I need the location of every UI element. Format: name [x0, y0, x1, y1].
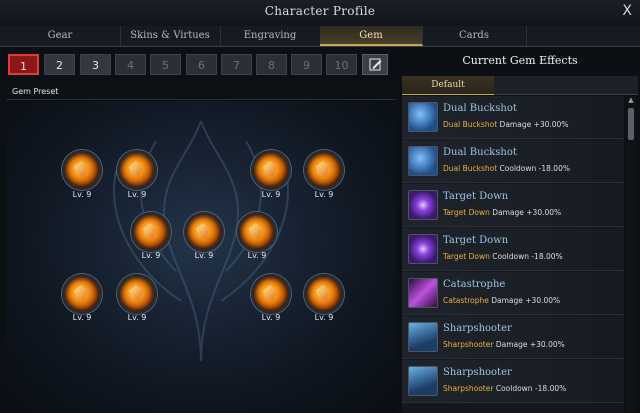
effect-row: Sharpshooter Sharpshooter Damage +30.00% [402, 316, 624, 359]
tab-skins-virtues[interactable]: Skins & Virtues [120, 26, 221, 46]
effects-scrollbar[interactable]: ▲ [626, 96, 636, 413]
effect-desc: Sharpshooter Cooldown -18.00% [443, 384, 566, 393]
gem-effects-title: Current Gem Effects [462, 54, 578, 67]
gem-effects-list: Dual Buckshot Dual Buckshot Damage +30.0… [402, 96, 624, 413]
effect-desc: Dual Buckshot Damage +30.00% [443, 120, 568, 129]
preset-7-button[interactable]: 7 [221, 54, 252, 75]
tab-cards[interactable]: Cards [422, 26, 527, 46]
gem-level-1: Lv. 9 [72, 190, 92, 199]
effect-row: Catastrophe Catastrophe Damage +30.00% [402, 272, 624, 315]
gem-slot-8[interactable] [62, 274, 102, 314]
preset-5-button[interactable]: 5 [150, 54, 181, 75]
tab-default[interactable]: Default [402, 76, 494, 95]
gem-slot-7[interactable] [237, 212, 277, 252]
effect-skill: Target Down [443, 252, 490, 261]
effect-skill: Dual Buckshot [443, 120, 498, 129]
tab-gear[interactable]: Gear [0, 26, 121, 46]
dual-buckshot-icon [408, 146, 438, 176]
effect-desc: Target Down Cooldown -18.00% [443, 252, 563, 261]
gem-slot-9[interactable] [117, 274, 157, 314]
gem-slot-5[interactable] [131, 212, 171, 252]
close-button[interactable]: X [622, 3, 632, 19]
effect-name: Target Down [443, 191, 509, 202]
effect-skill: Dual Buckshot [443, 164, 498, 173]
gem-level-3: Lv. 9 [261, 190, 281, 199]
gem-level-2: Lv. 9 [127, 190, 147, 199]
effect-row: Dual Buckshot Dual Buckshot Damage +30.0… [402, 96, 624, 139]
tab-gem[interactable]: Gem [320, 26, 423, 46]
effect-value: Cooldown -18.00% [493, 384, 567, 393]
effect-row: Sharpshooter Sharpshooter Cooldown -18.0… [402, 360, 624, 403]
effect-desc: Target Down Damage +30.00% [443, 208, 561, 217]
effect-name: Sharpshooter [443, 367, 512, 378]
target-down-icon [408, 234, 438, 264]
gem-level-4: Lv. 9 [314, 190, 334, 199]
gem-slot-6[interactable] [184, 212, 224, 252]
pencil-icon [369, 58, 382, 71]
effect-name: Sharpshooter [443, 323, 512, 334]
preset-6-button[interactable]: 6 [186, 54, 217, 75]
title-bar: Character Profile X [0, 0, 640, 27]
effect-skill: Catastrophe [443, 296, 489, 305]
effect-value: Cooldown -18.00% [497, 164, 570, 173]
preset-8-button[interactable]: 8 [256, 54, 287, 75]
effect-desc: Catastrophe Damage +30.00% [443, 296, 560, 305]
preset-9-button[interactable]: 9 [291, 54, 322, 75]
effect-name: Catastrophe [443, 279, 506, 290]
preset-10-button[interactable]: 10 [326, 54, 357, 75]
gem-level-5: Lv. 9 [141, 251, 161, 260]
preset-3-button[interactable]: 3 [80, 54, 111, 75]
tab-bar: Gear Skins & Virtues Engraving Gem Cards [0, 26, 640, 47]
catastrophe-icon [408, 278, 438, 308]
effect-name: Dual Buckshot [443, 103, 517, 114]
effect-row: Dual Buckshot Dual Buckshot Cooldown -18… [402, 140, 624, 183]
effect-skill: Target Down [443, 208, 490, 217]
scroll-up-icon[interactable]: ▲ [626, 96, 636, 104]
target-down-icon [408, 190, 438, 220]
effect-skill: Sharpshooter [443, 384, 494, 393]
gem-slot-1[interactable] [62, 150, 102, 190]
effect-value: Damage +30.00% [489, 208, 562, 217]
effect-row: Target Down Target Down Damage +30.00% [402, 184, 624, 227]
gem-board: Lv. 9 Lv. 9 Lv. 9 Lv. 9 Lv. 9 Lv. 9 Lv. … [6, 101, 396, 413]
gem-level-7: Lv. 9 [247, 251, 267, 260]
effect-row: Target Down Target Down Cooldown -18.00% [402, 228, 624, 271]
gem-level-9: Lv. 9 [127, 313, 147, 322]
gem-level-8: Lv. 9 [72, 313, 92, 322]
edit-preset-button[interactable] [362, 54, 388, 75]
effect-skill: Sharpshooter [443, 340, 494, 349]
gem-slot-11[interactable] [304, 274, 344, 314]
sharpshooter-icon [408, 366, 438, 396]
dual-buckshot-icon [408, 102, 438, 132]
gem-level-11: Lv. 9 [314, 313, 334, 322]
gem-slot-10[interactable] [251, 274, 291, 314]
gem-preset-label: Gem Preset [6, 84, 396, 100]
effect-name: Target Down [443, 235, 509, 246]
tab-engraving[interactable]: Engraving [220, 26, 321, 46]
gem-slot-4[interactable] [304, 150, 344, 190]
preset-1-button[interactable]: 1 [8, 54, 39, 75]
gem-level-6: Lv. 9 [194, 251, 214, 260]
effect-name: Dual Buckshot [443, 147, 517, 158]
preset-2-button[interactable]: 2 [44, 54, 75, 75]
sharpshooter-icon [408, 322, 438, 352]
window-title: Character Profile [264, 4, 376, 18]
effect-value: Damage +30.00% [488, 296, 561, 305]
effect-desc: Dual Buckshot Cooldown -18.00% [443, 164, 570, 173]
scroll-thumb[interactable] [628, 108, 634, 140]
effect-value: Damage +30.00% [497, 120, 569, 129]
effects-tab-strip [494, 76, 638, 95]
gem-level-10: Lv. 9 [261, 313, 281, 322]
preset-4-button[interactable]: 4 [115, 54, 146, 75]
effect-value: Cooldown -18.00% [489, 252, 563, 261]
effect-desc: Sharpshooter Damage +30.00% [443, 340, 565, 349]
gem-slot-2[interactable] [117, 150, 157, 190]
effect-value: Damage +30.00% [493, 340, 565, 349]
gem-slot-3[interactable] [251, 150, 291, 190]
